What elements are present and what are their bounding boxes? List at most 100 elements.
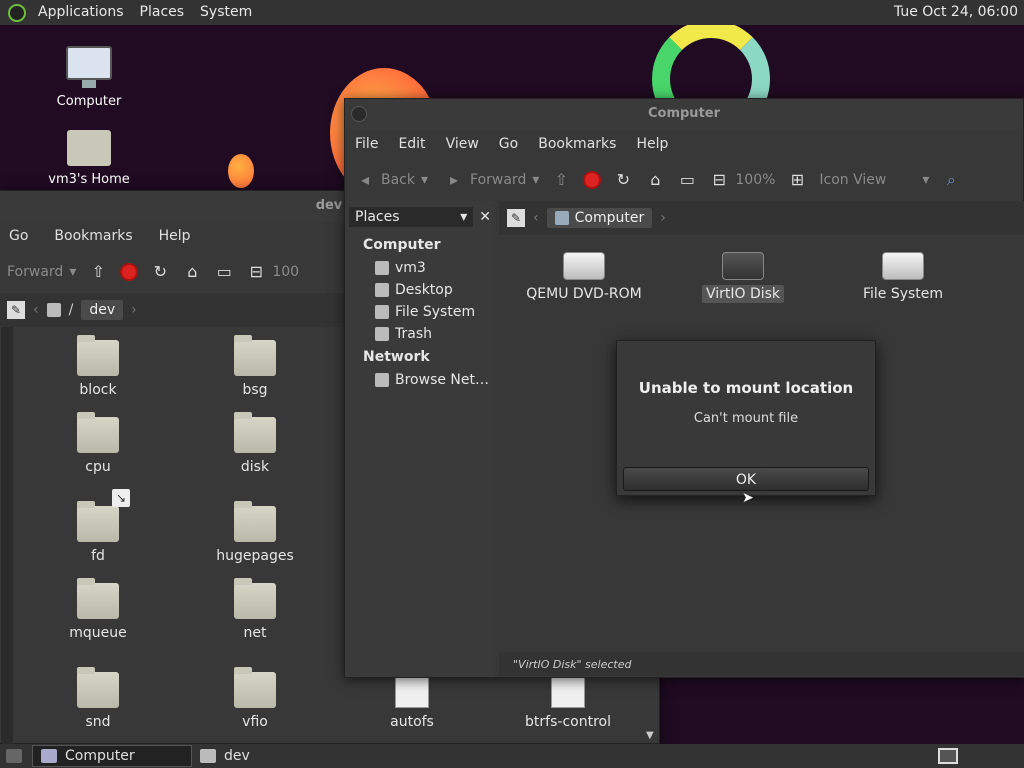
zoom-in-button[interactable]: ⊞ [781,170,813,190]
close-icon[interactable]: ✕ [479,209,491,225]
show-desktop-icon[interactable] [6,749,22,763]
desktop-icon [375,283,389,297]
path-root[interactable]: / [69,302,74,318]
sidebar-item-label: Browse Net… [395,372,490,388]
menu-go[interactable]: Go [0,228,38,244]
folder-block[interactable]: block [38,335,158,398]
sidebar-item-trash[interactable]: Trash [345,323,495,345]
sidebar-item-browse-network[interactable]: Browse Net… [345,369,495,391]
item-label: snd [85,714,111,730]
stop-button[interactable] [114,263,144,281]
forward-label: Forward [470,172,527,188]
breadcrumb: ✎ ‹ Computer › [499,201,1024,235]
item-label: disk [240,459,270,475]
path-dev[interactable]: dev [81,300,124,320]
item-label: net [243,625,267,641]
breadcrumb: ✎ ‹ / dev › [0,293,347,327]
sidebar-item-file-system[interactable]: File System [345,301,495,323]
menu-go[interactable]: Go [489,136,528,152]
home-button[interactable]: ⌂ [639,170,671,190]
desktop-icon-computer[interactable]: Computer [44,46,134,109]
drive-icon [375,305,389,319]
chevron-down-icon: ▾ [532,172,540,188]
chevron-left-icon[interactable]: ‹ [33,302,39,318]
dialog-title: Unable to mount location [638,379,854,397]
computer-button[interactable]: ▭ [671,170,703,190]
reload-button[interactable]: ↻ [607,170,639,190]
task-computer[interactable]: Computer [32,745,192,767]
folder-cpu[interactable]: cpu [38,412,158,475]
up-arrow-icon: ⇧ [91,262,106,281]
distro-logo-icon[interactable] [8,3,26,22]
search-button[interactable]: ⌕ [935,170,967,190]
menu-applications[interactable]: Applications [30,0,132,25]
workspace-switcher-icon[interactable] [938,748,958,764]
sidebar-item-desktop[interactable]: Desktop [345,279,495,301]
drive-file-system[interactable]: File System [843,252,963,302]
file-btrfs-control[interactable]: btrfs-control [508,674,628,730]
menu-places[interactable]: Places [132,0,193,25]
chevron-left-icon[interactable]: ‹ [533,210,539,226]
sidebar-item-vm3[interactable]: vm3 [345,257,495,279]
scrollbar[interactable] [1,327,13,745]
task-label: Computer [65,748,135,764]
scroll-down-icon[interactable]: ▼ [646,730,654,741]
folder-disk[interactable]: disk [195,412,315,475]
dialog-message: Can't mount file [693,411,799,426]
up-arrow-icon: ⇧ [554,170,569,189]
clock[interactable]: Tue Oct 24, 06:00 [894,0,1018,25]
item-label: VirtIO Disk [701,285,785,303]
folder-icon [234,335,276,376]
menu-help[interactable]: Help [626,136,678,152]
folder-vfio[interactable]: vfio [195,667,315,730]
menu-bookmarks[interactable]: Bookmarks [44,228,142,244]
forward-button[interactable]: ▸ Forward ▾ [438,170,545,190]
file-autofs[interactable]: autofs [352,674,472,730]
chevron-right-icon[interactable]: › [660,210,666,226]
chevron-down-icon: ▾ [922,172,930,188]
back-button[interactable]: ◂ Back ▾ [345,170,434,190]
folder-bsg[interactable]: bsg [195,335,315,398]
forward-button[interactable]: Forward ▾ [0,264,82,280]
up-button[interactable]: ⇧ [545,170,577,190]
stop-icon [583,171,602,189]
edit-path-icon[interactable]: ✎ [507,209,525,227]
stop-icon [120,263,139,281]
folder-snd[interactable]: snd [38,667,158,730]
item-label: block [79,382,117,398]
folder-fd[interactable]: fd [38,501,158,564]
menu-view[interactable]: View [436,136,489,152]
drive-icon[interactable] [46,303,61,317]
places-selector[interactable]: Places ▾ [349,207,474,227]
places-label: Places [355,209,400,225]
chevron-right-icon[interactable]: › [131,302,137,318]
folder-mqueue[interactable]: mqueue [38,578,158,641]
edit-path-icon[interactable]: ✎ [7,301,25,319]
up-button[interactable]: ⇧ [82,262,114,282]
drive-virtio-disk[interactable]: VirtIO Disk [683,252,803,303]
menu-help[interactable]: Help [149,228,201,244]
window-menu-icon[interactable] [351,106,367,122]
menu-bookmarks[interactable]: Bookmarks [528,136,626,152]
menu-system[interactable]: System [192,0,260,25]
home-button[interactable]: ⌂ [176,262,208,282]
zoom-out-button[interactable]: ⊟ 100 [240,262,305,282]
reload-button[interactable]: ↻ [144,262,176,282]
stop-button[interactable] [577,171,607,189]
sidebar-section-computer: Computer [363,237,441,253]
menu-file[interactable]: File [345,136,388,152]
menu-edit[interactable]: Edit [388,136,435,152]
zoom-out-button[interactable]: ⊟ 100% [703,170,781,190]
network-icon [375,373,389,387]
file-icon [395,674,429,708]
view-selector[interactable]: Icon View ▾ [813,172,935,188]
drive-qemu-dvd-rom[interactable]: QEMU DVD-ROM [524,252,644,302]
forward-arrow-icon: ▸ [450,170,459,189]
ok-button[interactable]: OK [623,467,869,491]
folder-hugepages[interactable]: hugepages [195,501,315,564]
path-computer[interactable]: Computer [546,208,653,228]
task-dev[interactable]: dev [192,745,258,767]
computer-button[interactable]: ▭ [208,262,240,282]
desktop-icon-home[interactable]: vm3's Home [44,130,134,187]
folder-net[interactable]: net [195,578,315,641]
